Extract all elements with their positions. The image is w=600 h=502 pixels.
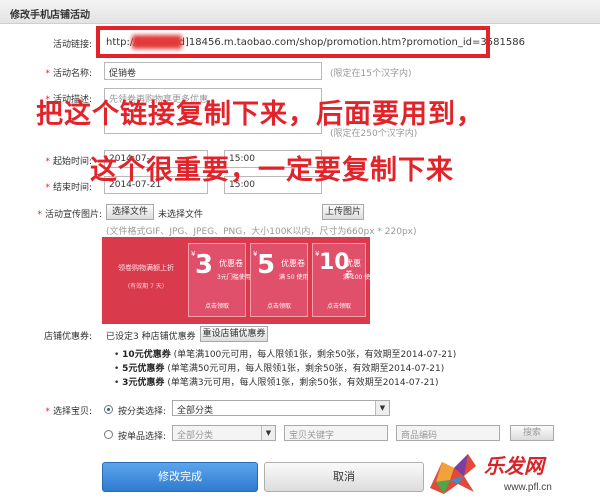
items-label: * 选择宝贝: xyxy=(45,407,92,417)
chevron-down-icon: ▼ xyxy=(375,401,389,415)
annotation-line2: 这个很重要，一定要复制下来 xyxy=(90,155,454,186)
by-category-label: 按分类选择: xyxy=(118,407,167,417)
banner-coupon-10: ¥ 10 优惠卷 满 100 使用 点击领取 xyxy=(312,243,376,317)
annotation-line1: 把这个链接复制下来，后面要用到， xyxy=(36,99,484,130)
promo-banner-preview: 领卷购物满额上折 (有效期 7 天) ¥ 3 优惠卷 3元门槛使用 点击领取 ¥… xyxy=(102,237,376,324)
keyword-input[interactable]: 宝贝关键字 xyxy=(284,425,388,441)
reset-coupons-button[interactable]: 重设店铺优惠券 xyxy=(200,326,268,342)
cancel-button[interactable]: 取消 xyxy=(264,462,424,492)
activity-name-input[interactable]: 促销卷 xyxy=(104,62,322,80)
start-label: * 起始时间: xyxy=(45,157,92,167)
by-category-radio[interactable] xyxy=(104,405,113,414)
image-hint: (文件格式GIF、JPG、JPEG、PNG，大小100K以内，尺寸为660px … xyxy=(106,227,417,237)
link-label: 活动链接: xyxy=(52,40,92,50)
no-file-text: 未选择文件 xyxy=(158,210,204,220)
horse-logo-icon xyxy=(430,454,476,494)
by-item-label: 按单品选择: xyxy=(118,432,167,442)
coupon-item: • 3元优惠券 (单笔满3元可用，每人限领1张，剩余50张，有效期至2014-0… xyxy=(114,378,439,388)
item-code-input[interactable]: 商品编码 xyxy=(396,425,500,441)
coupons-status: 已设定3 种店铺优惠券 xyxy=(106,332,196,342)
upload-image-button[interactable]: 上传图片 xyxy=(322,204,364,220)
window-titlebar: 修改手机店铺活动 xyxy=(0,0,600,24)
coupons-label: 店铺优惠券: xyxy=(43,332,92,342)
name-label: * 活动名称: xyxy=(45,69,92,79)
banner-coupon-5: ¥ 5 优惠卷 满 50 使用 点击领取 xyxy=(250,243,308,317)
coupon-item: • 10元优惠券 (单笔满100元可用，每人限领1张，剩余50张，有效期至201… xyxy=(114,350,457,360)
name-hint: (限定在15个汉字内) xyxy=(330,69,412,79)
watermark-brand: 乐发网 xyxy=(484,454,544,478)
banner-coupon-3: ¥ 3 优惠卷 3元门槛使用 点击领取 xyxy=(188,243,251,317)
coupon-item: • 5元优惠券 (单笔满50元可用，每人限领1张，剩余50张，有效期至2014-… xyxy=(114,364,445,374)
end-label: * 结束时间: xyxy=(45,183,92,193)
choose-file-button[interactable]: 选择文件 xyxy=(106,204,154,220)
item-category-select[interactable]: 全部分类 ▼ xyxy=(172,425,276,441)
submit-button[interactable]: 修改完成 xyxy=(102,462,258,492)
banner-left-text: 领卷购物满额上折 (有效期 7 天) xyxy=(118,264,174,290)
search-button[interactable]: 搜索 xyxy=(510,425,554,441)
watermark-logo: 乐发网 www.pfl.cn xyxy=(424,446,600,502)
watermark-site: www.pfl.cn xyxy=(504,482,552,493)
window-title: 修改手机店铺活动 xyxy=(10,10,90,21)
image-label: * 活动宣传图片: xyxy=(37,210,102,220)
highlight-box xyxy=(96,26,490,58)
by-item-radio[interactable] xyxy=(104,430,113,439)
chevron-down-icon: ▼ xyxy=(261,426,275,440)
category-select[interactable]: 全部分类 ▼ xyxy=(172,400,390,416)
